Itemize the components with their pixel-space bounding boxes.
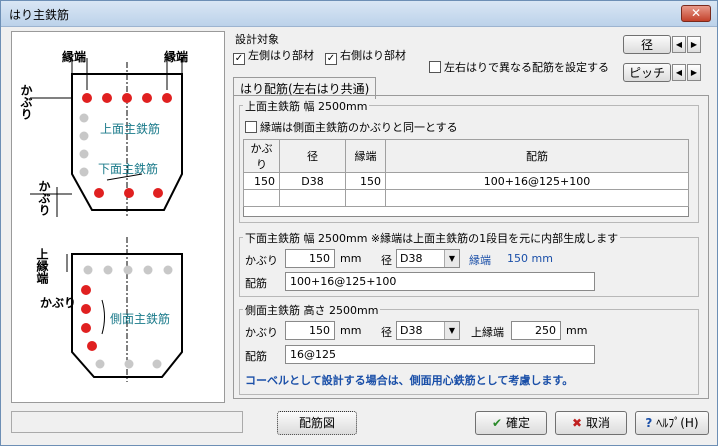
side-cover-label: かぶり bbox=[245, 326, 278, 339]
side-dia-label: 径 bbox=[381, 326, 392, 339]
top-bar bbox=[122, 93, 132, 103]
bottom-bar-gray bbox=[124, 359, 134, 369]
top-bar bbox=[102, 93, 112, 103]
edge-label-left: 縁端 bbox=[62, 50, 87, 64]
status-bar bbox=[11, 411, 243, 433]
rebar-diagram-panel: 縁端 縁端 かぶり 上面主鉄筋 下面主鉄筋 かぶり 上縁端 かぶり 側面主鉄筋 bbox=[11, 31, 225, 403]
top-group-title: 上面主鉄筋 幅 2500mm bbox=[243, 98, 370, 114]
diameter-button[interactable]: 径 bbox=[623, 35, 671, 54]
different-arrangement-check[interactable]: 左右はりで異なる配筋を設定する bbox=[429, 59, 609, 75]
bottom-bar-gray bbox=[152, 359, 162, 369]
different-arrangement-checkbox[interactable] bbox=[429, 61, 441, 73]
question-icon: ? bbox=[645, 416, 653, 430]
bottom-edge-label: 縁端 bbox=[469, 254, 491, 267]
top-bars-table: かぶり 径 縁端 配筋 150 D38 150 100+16@125+100 bbox=[243, 139, 689, 207]
bottom-group-title: 下面主鉄筋 幅 2500mm ※縁端は上面主鉄筋の1段目を元に内部生成します bbox=[243, 230, 621, 246]
bottom-bar bbox=[124, 188, 134, 198]
side-arrangement-input[interactable]: 16@125 bbox=[285, 345, 595, 364]
top-bar-gray bbox=[143, 265, 153, 275]
ok-button[interactable]: ✔ 確定 bbox=[475, 411, 547, 435]
table-header-row: かぶり 径 縁端 配筋 bbox=[243, 139, 689, 173]
edge-label-right: 縁端 bbox=[164, 50, 189, 64]
bottom-bar bbox=[94, 188, 104, 198]
dialog-window: はり主鉄筋 ✕ 縁端 縁端 かぶり 上面主鉄筋 下面主鉄筋 かぶり 上縁端 かぶ… bbox=[0, 0, 718, 446]
diameter-next-button[interactable]: ▶ bbox=[687, 36, 701, 53]
cell-arrangement[interactable]: 100+16@125+100 bbox=[385, 172, 689, 190]
bottom-edge-value: 150 mm bbox=[507, 252, 553, 265]
side-bar-gray bbox=[79, 167, 89, 177]
left-member-check[interactable]: ✓ 左側はり部材 bbox=[233, 47, 314, 65]
bottom-arrangement-label: 配筋 bbox=[245, 277, 267, 290]
bottom-bars-label: 下面主鉄筋 bbox=[98, 162, 159, 176]
top-bar-gray bbox=[103, 265, 113, 275]
side-bar bbox=[81, 285, 91, 295]
side-group-title: 側面主鉄筋 高さ 2500mm bbox=[243, 302, 381, 318]
table-row-empty[interactable] bbox=[243, 189, 689, 207]
same-cover-checkbox[interactable] bbox=[245, 121, 257, 133]
top-bar-gray bbox=[123, 265, 133, 275]
col-cover: かぶり bbox=[243, 139, 280, 173]
help-button[interactable]: ? ﾍﾙﾌﾟ(H) bbox=[635, 411, 709, 435]
rebar-drawing-button[interactable]: 配筋図 bbox=[277, 411, 357, 435]
side-bar-gray bbox=[79, 149, 89, 159]
bottom-bar bbox=[153, 188, 163, 198]
pitch-next-button[interactable]: ▶ bbox=[687, 64, 701, 81]
title-bar: はり主鉄筋 ✕ bbox=[1, 1, 717, 27]
col-arrangement: 配筋 bbox=[385, 139, 689, 173]
top-bar bbox=[82, 93, 92, 103]
bottom-arrangement-input[interactable]: 100+16@125+100 bbox=[285, 272, 595, 291]
chevron-down-icon[interactable]: ▼ bbox=[444, 250, 459, 267]
side-cover-unit: mm bbox=[340, 324, 362, 337]
side-edge-label: 上縁端 bbox=[471, 326, 504, 339]
bottom-cover-unit: mm bbox=[340, 252, 362, 265]
cover-side-label: かぶり bbox=[40, 296, 77, 310]
side-dia-select[interactable]: D38 ▼ bbox=[396, 321, 460, 340]
diameter-prev-button[interactable]: ◀ bbox=[672, 36, 686, 53]
side-bar-gray bbox=[79, 131, 89, 141]
left-member-checkbox[interactable]: ✓ bbox=[233, 53, 245, 65]
side-bar-gray bbox=[79, 113, 89, 123]
bottom-dia-label: 径 bbox=[381, 254, 392, 267]
rebar-diagram bbox=[30, 58, 183, 382]
top-bar-gray bbox=[83, 265, 93, 275]
side-arrangement-label: 配筋 bbox=[245, 350, 267, 363]
bottom-dia-select[interactable]: D38 ▼ bbox=[396, 249, 460, 268]
cell-dia[interactable]: D38 bbox=[279, 172, 346, 190]
cell-edge[interactable]: 150 bbox=[345, 172, 386, 190]
upper-edge-label: 上縁端 bbox=[35, 248, 49, 284]
cell-cover[interactable]: 150 bbox=[243, 172, 280, 190]
side-bar bbox=[87, 341, 97, 351]
bottom-cover-input[interactable]: 150 bbox=[285, 249, 335, 268]
pitch-prev-button[interactable]: ◀ bbox=[672, 64, 686, 81]
chevron-down-icon[interactable]: ▼ bbox=[444, 322, 459, 339]
design-target-label: 設計対象 bbox=[235, 33, 279, 46]
top-bar bbox=[162, 93, 172, 103]
top-bars-label: 上面主鉄筋 bbox=[100, 122, 161, 136]
bottom-bar-gray bbox=[95, 359, 105, 369]
cover-bottom-label: かぶり bbox=[37, 180, 51, 216]
side-bar bbox=[81, 323, 91, 333]
x-icon: ✖ bbox=[572, 416, 583, 430]
col-dia: 径 bbox=[279, 139, 346, 173]
side-edge-input[interactable]: 250 bbox=[511, 321, 561, 340]
bottom-cover-label: かぶり bbox=[245, 254, 278, 267]
right-member-checkbox[interactable]: ✓ bbox=[325, 53, 337, 65]
side-edge-unit: mm bbox=[566, 324, 588, 337]
right-member-check[interactable]: ✓ 右側はり部材 bbox=[325, 47, 406, 65]
side-bar bbox=[81, 304, 91, 314]
corbel-note: コーベルとして設計する場合は、側面用心鉄筋として考慮します。 bbox=[245, 374, 574, 387]
side-cover-input[interactable]: 150 bbox=[285, 321, 335, 340]
cover-top-label: かぶり bbox=[19, 84, 33, 120]
side-bars-label: 側面主鉄筋 bbox=[110, 312, 171, 326]
window-title: はり主鉄筋 bbox=[9, 8, 70, 22]
close-button[interactable]: ✕ bbox=[681, 5, 711, 22]
table-row[interactable]: 150 D38 150 100+16@125+100 bbox=[243, 172, 689, 190]
top-bar-gray bbox=[163, 265, 173, 275]
col-edge: 縁端 bbox=[345, 139, 386, 173]
top-bar bbox=[142, 93, 152, 103]
check-icon: ✔ bbox=[492, 416, 503, 430]
same-cover-check[interactable]: 縁端は側面主鉄筋のかぶりと同一とする bbox=[245, 119, 458, 135]
pitch-button[interactable]: ピッチ bbox=[623, 63, 671, 82]
cancel-button[interactable]: ✖ 取消 bbox=[555, 411, 627, 435]
